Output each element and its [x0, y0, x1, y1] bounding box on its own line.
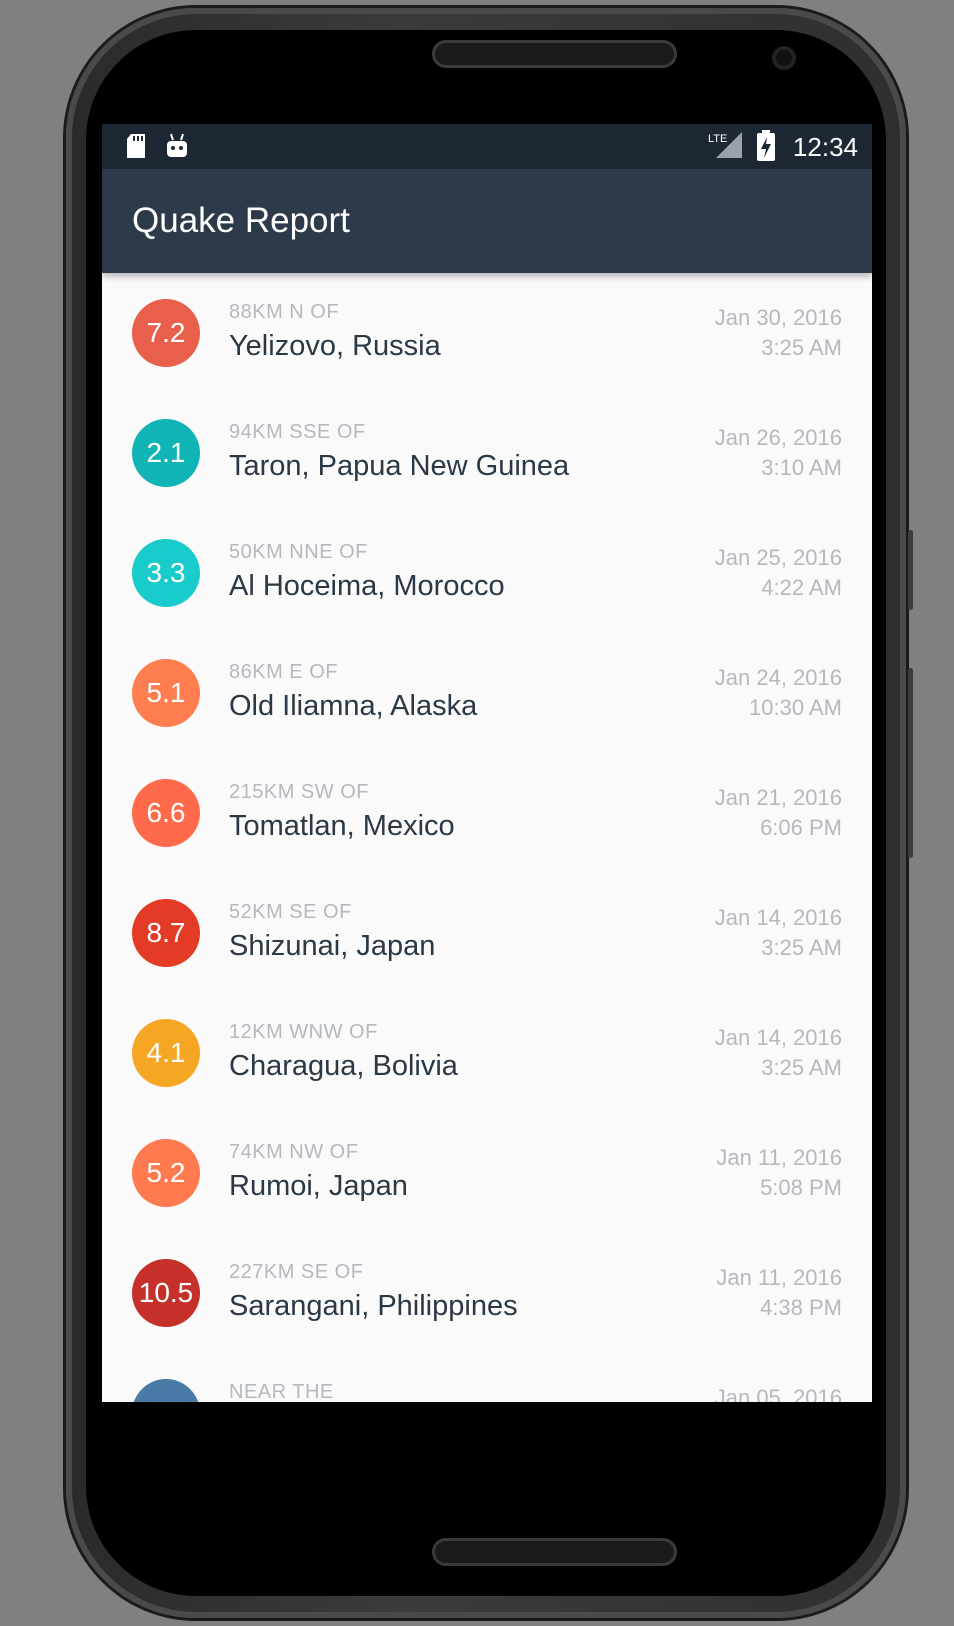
primary-location: Al Hoceima, Morocco [229, 570, 505, 602]
location-offset: 94KM SSE OF [229, 421, 366, 443]
quake-time: 3:10 AM [761, 455, 842, 480]
quake-date: Jan 24, 2016 [714, 665, 842, 690]
earpiece-speaker [432, 40, 677, 68]
quake-date: Jan 25, 2016 [714, 545, 842, 570]
magnitude-circle: 6.6 [132, 779, 200, 847]
magnitude-circle: 3.3 [132, 539, 200, 607]
bottom-speaker [432, 1538, 677, 1566]
primary-location: Tomatlan, Mexico [229, 810, 455, 842]
primary-location: Rumoi, Japan [229, 1170, 408, 1202]
list-item[interactable]: 8.7 52KM SE OF Shizunai, Japan Jan 14, 2… [102, 873, 872, 993]
lte-signal-icon: LTE [708, 130, 744, 165]
status-bar: LTE 12:34 [102, 124, 872, 169]
list-item[interactable]: 5.1 86KM E OF Old Iliamna, Alaska Jan 24… [102, 633, 872, 753]
quake-date: Jan 14, 2016 [714, 1025, 842, 1050]
lte-label: LTE [708, 133, 727, 145]
magnitude-circle: 2.1 [132, 419, 200, 487]
location-offset: 215KM SW OF [229, 781, 369, 803]
quake-time: 10:30 AM [749, 695, 842, 720]
quake-date: Jan 11, 2016 [716, 1145, 842, 1170]
app-title: Quake Report [132, 201, 350, 240]
quake-date: Jan 26, 2016 [714, 425, 842, 450]
location-offset: 74KM NW OF [229, 1141, 359, 1163]
quake-time: 6:06 PM [760, 815, 842, 840]
app-toolbar: Quake Report [102, 169, 872, 273]
phone-screen: LTE 12:34 Quake Report 7.2 88KM N OF Yel… [102, 124, 872, 1402]
list-item[interactable]: NEAR THE Jan 05, 2016 [102, 1353, 872, 1402]
magnitude-circle: 5.2 [132, 1139, 200, 1207]
magnitude-circle: 10.5 [132, 1259, 200, 1327]
location-offset: 50KM NNE OF [229, 541, 368, 563]
primary-location: Yelizovo, Russia [229, 330, 441, 362]
list-item[interactable]: 10.5 227KM SE OF Sarangani, Philippines … [102, 1233, 872, 1353]
earthquake-list[interactable]: 7.2 88KM N OF Yelizovo, Russia Jan 30, 2… [102, 273, 872, 1402]
primary-location: Sarangani, Philippines [229, 1290, 518, 1322]
quake-date: Jan 11, 2016 [716, 1265, 842, 1290]
location-offset: NEAR THE [229, 1381, 334, 1402]
list-item[interactable]: 6.6 215KM SW OF Tomatlan, Mexico Jan 21,… [102, 753, 872, 873]
quake-date: Jan 14, 2016 [714, 905, 842, 930]
quake-date: Jan 21, 2016 [714, 785, 842, 810]
battery-charging-icon [756, 130, 776, 167]
list-item[interactable]: 5.2 74KM NW OF Rumoi, Japan Jan 11, 2016… [102, 1113, 872, 1233]
android-icon [164, 132, 190, 165]
power-button[interactable] [908, 668, 913, 858]
list-item[interactable]: 3.3 50KM NNE OF Al Hoceima, Morocco Jan … [102, 513, 872, 633]
primary-location: Taron, Papua New Guinea [229, 450, 570, 482]
quake-time: 4:22 AM [761, 575, 842, 600]
quake-time: 4:38 PM [760, 1295, 842, 1320]
magnitude-circle: 5.1 [132, 659, 200, 727]
quake-time: 5:08 PM [760, 1175, 842, 1200]
list-item[interactable]: 2.1 94KM SSE OF Taron, Papua New Guinea … [102, 393, 872, 513]
primary-location: Shizunai, Japan [229, 930, 436, 962]
list-item[interactable]: 7.2 88KM N OF Yelizovo, Russia Jan 30, 2… [102, 273, 872, 393]
location-offset: 86KM E OF [229, 661, 338, 683]
list-item[interactable]: 4.1 12KM WNW OF Charagua, Bolivia Jan 14… [102, 993, 872, 1113]
quake-time: 3:25 AM [761, 935, 842, 960]
location-offset: 52KM SE OF [229, 901, 352, 923]
magnitude-circle: 8.7 [132, 899, 200, 967]
quake-time: 3:25 AM [761, 335, 842, 360]
location-offset: 12KM WNW OF [229, 1021, 378, 1043]
sd-card-icon [124, 132, 148, 165]
quake-date: Jan 05, 2016 [714, 1385, 842, 1402]
magnitude-circle: 4.1 [132, 1019, 200, 1087]
magnitude-circle: 7.2 [132, 299, 200, 367]
location-offset: 227KM SE OF [229, 1261, 364, 1283]
volume-button[interactable] [908, 530, 913, 610]
status-clock: 12:34 [792, 132, 858, 162]
primary-location: Old Iliamna, Alaska [229, 690, 478, 722]
quake-date: Jan 30, 2016 [714, 305, 842, 330]
magnitude-circle [132, 1379, 200, 1402]
primary-location: Charagua, Bolivia [229, 1050, 458, 1082]
quake-time: 3:25 AM [761, 1055, 842, 1080]
front-camera [772, 46, 796, 70]
location-offset: 88KM N OF [229, 301, 340, 323]
